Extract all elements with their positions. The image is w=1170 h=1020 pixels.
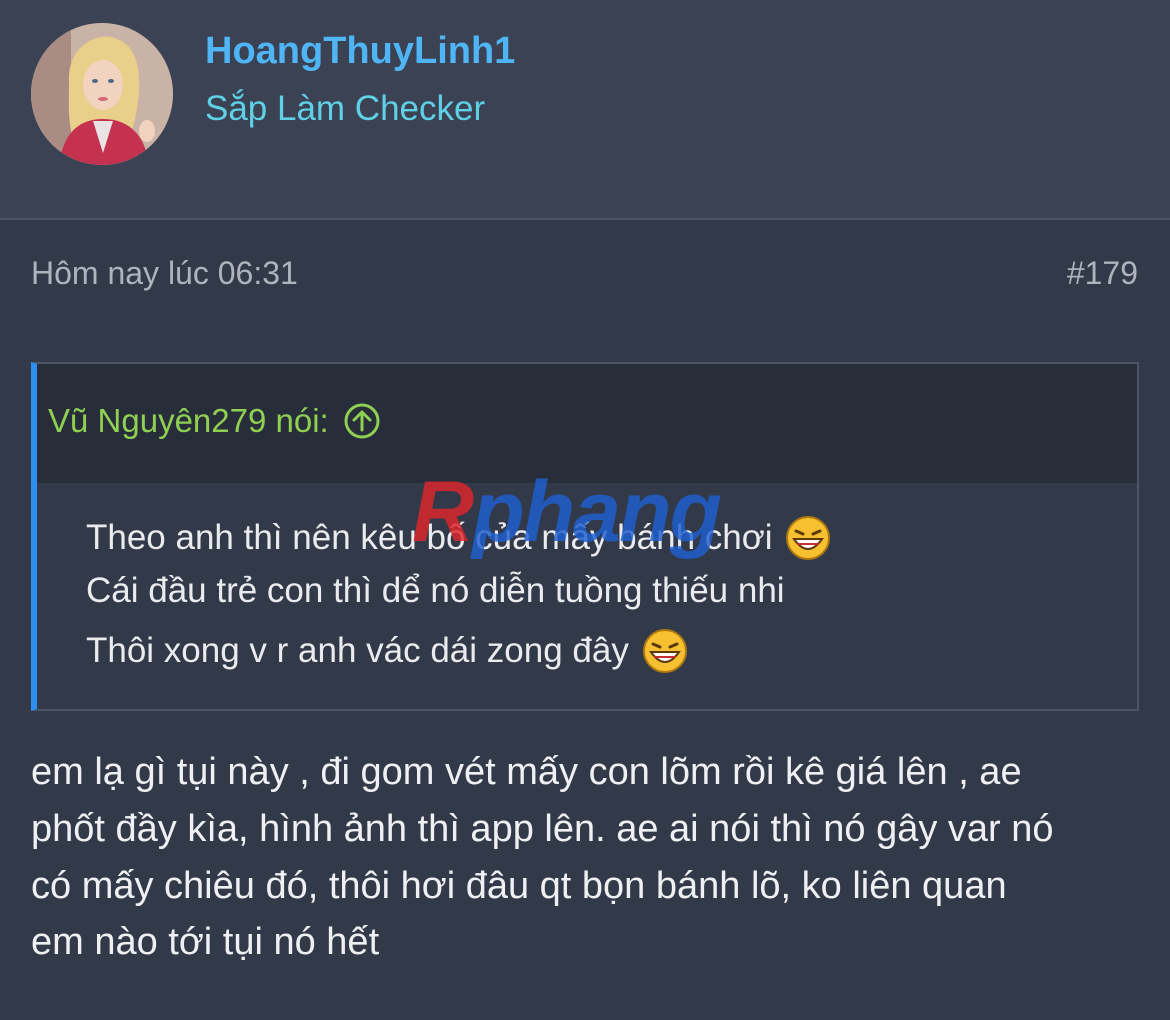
username-link[interactable]: HoangThuyLinh1 — [205, 30, 515, 73]
post-body-line: em lạ gì tụi này , đi gom vét mấy con lõ… — [31, 751, 1022, 793]
post-timestamp[interactable]: Hôm nay lúc 06:31 — [31, 255, 298, 292]
post-body-line: phốt đầy kìa, hình ảnh thì app lên. ae a… — [31, 808, 1054, 850]
laughing-emoji-icon — [784, 514, 832, 562]
quote-line-text: Thôi xong v r anh vác dái zong đây — [86, 631, 629, 670]
post-number-link[interactable]: #179 — [1067, 255, 1138, 292]
quote-line: Thôi xong v r anh vác dái zong đây — [86, 627, 689, 675]
avatar[interactable] — [31, 23, 173, 165]
quote-author-label: Vũ Nguyên279 nói: — [48, 402, 329, 439]
arrow-up-circle-icon[interactable] — [343, 402, 381, 440]
quote-line-text: Cái đầu trẻ con thì dể nó diễn tuồng thi… — [86, 571, 785, 610]
post-body-line: có mấy chiêu đó, thôi hơi đâu qt bọn bán… — [31, 865, 1007, 907]
post-body-line: em nào tới tụi nó hết — [31, 921, 380, 963]
quote-line: Cái đầu trẻ con thì dể nó diễn tuồng thi… — [86, 571, 785, 611]
quote-author[interactable]: Vũ Nguyên279 nói: — [48, 402, 381, 440]
forum-post: HoangThuyLinh1 Sắp Làm Checker Hôm nay l… — [0, 0, 1170, 1020]
watermark-first: R — [412, 464, 474, 560]
laughing-emoji-icon — [641, 627, 689, 675]
watermark-logo: Rphang — [412, 463, 722, 562]
user-header: HoangThuyLinh1 Sắp Làm Checker — [0, 0, 1170, 220]
watermark-rest: phang — [472, 464, 722, 560]
user-title: Sắp Làm Checker — [205, 89, 486, 128]
